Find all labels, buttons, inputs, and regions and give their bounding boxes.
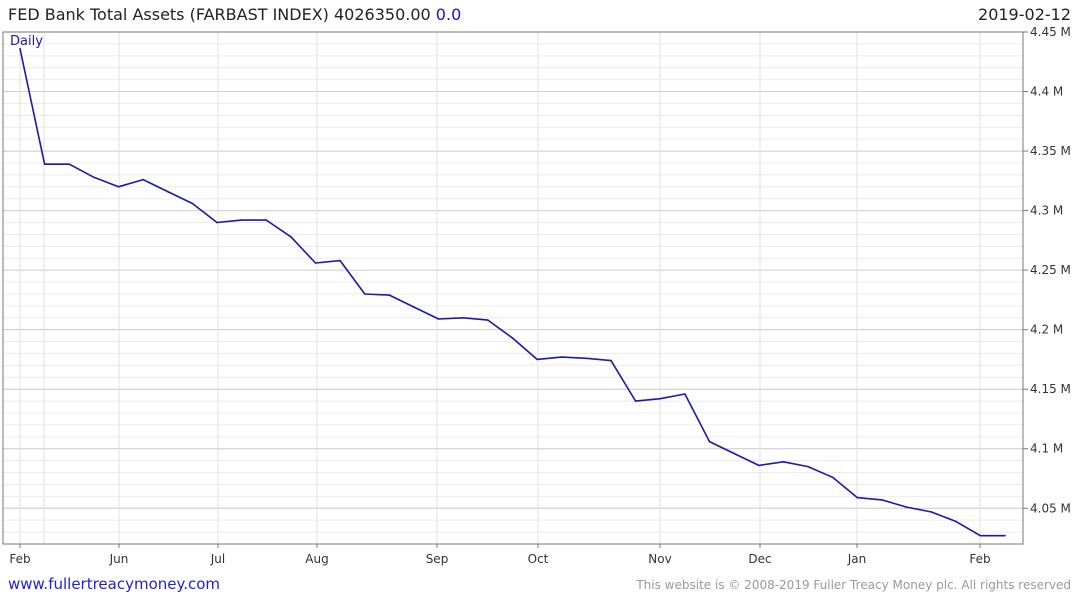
y-tick-label: 4.1 M: [1030, 442, 1063, 456]
data-point: [142, 178, 144, 181]
x-tick-label: Nov: [648, 552, 671, 566]
series: [19, 47, 1006, 537]
period-label: Daily: [10, 34, 43, 49]
y-axis: 4.05 M 4.1 M 4.15 M 4.2 M 4.25 M 4.3 M 4.35 M 4…: [1023, 25, 1071, 515]
y-tick-label: 4.45 M: [1030, 25, 1071, 39]
data-point: [684, 393, 686, 395]
data-point: [167, 190, 169, 193]
data-point: [364, 293, 366, 295]
data-point: [1004, 534, 1006, 537]
data-point: [758, 464, 760, 467]
site-link[interactable]: www.fullertreacymoney.com: [8, 575, 220, 593]
data-point: [511, 337, 514, 339]
grid: [3, 31, 1023, 544]
data-point: [610, 359, 612, 362]
data-point: [68, 163, 71, 165]
data-point: [634, 400, 637, 402]
data-point: [19, 47, 21, 50]
x-tick-label: Feb: [9, 552, 30, 566]
data-point: [93, 176, 95, 179]
data-point: [979, 534, 982, 537]
data-point: [191, 202, 194, 205]
y-tick-label: 4.3 M: [1030, 204, 1063, 218]
data-point: [708, 440, 711, 443]
data-point: [388, 294, 391, 296]
data-point: [733, 452, 735, 455]
data-point: [856, 496, 859, 499]
data-point: [487, 319, 489, 321]
price-chart: Daily 4.05 M4.1 M4.15 M4.2 M4.25 M4.3 M4…: [2, 25, 1071, 566]
data-point: [930, 511, 932, 513]
x-axis: Feb Jun Jul Aug Sep Oct Nov Dec Jan Feb: [9, 544, 991, 566]
data-point: [240, 219, 243, 221]
data-point: [807, 465, 809, 468]
y-tick-label: 4.4 M: [1030, 85, 1063, 99]
data-point: [437, 318, 440, 320]
data-point: [831, 476, 834, 479]
data-point: [314, 262, 317, 264]
y-tick-label: 4.05 M: [1030, 501, 1071, 515]
data-point: [782, 461, 785, 463]
y-tick-label: 4.2 M: [1030, 323, 1063, 337]
data-point: [659, 397, 662, 400]
data-point: [536, 358, 538, 361]
plot-frame: [2, 31, 1024, 545]
x-tick-label: Jan: [847, 552, 867, 566]
data-point: [290, 236, 292, 238]
data-point: [339, 259, 341, 262]
x-tick-label: Aug: [305, 552, 328, 566]
data-point: [43, 163, 46, 165]
y-tick-label: 4.15 M: [1030, 382, 1071, 396]
data-point: [462, 317, 465, 319]
y-tick-label: 4.35 M: [1030, 144, 1071, 158]
copyright-notice: This website is © 2008-2019 Fuller Treac…: [636, 578, 1071, 592]
data-point: [585, 357, 588, 360]
data-point: [905, 506, 908, 508]
x-tick-label: Feb: [969, 552, 990, 566]
data-point: [265, 219, 268, 221]
data-point: [955, 520, 957, 523]
y-tick-label: 4.25 M: [1030, 263, 1071, 277]
x-tick-label: Sep: [426, 552, 449, 566]
x-tick-label: Oct: [528, 552, 549, 566]
data-point: [117, 186, 120, 188]
data-point: [216, 221, 218, 224]
data-point: [413, 306, 415, 308]
x-tick-label: Dec: [748, 552, 771, 566]
x-tick-label: Jun: [109, 552, 129, 566]
data-point: [561, 356, 563, 358]
x-tick-label: Jul: [210, 552, 225, 566]
data-point: [881, 499, 883, 501]
